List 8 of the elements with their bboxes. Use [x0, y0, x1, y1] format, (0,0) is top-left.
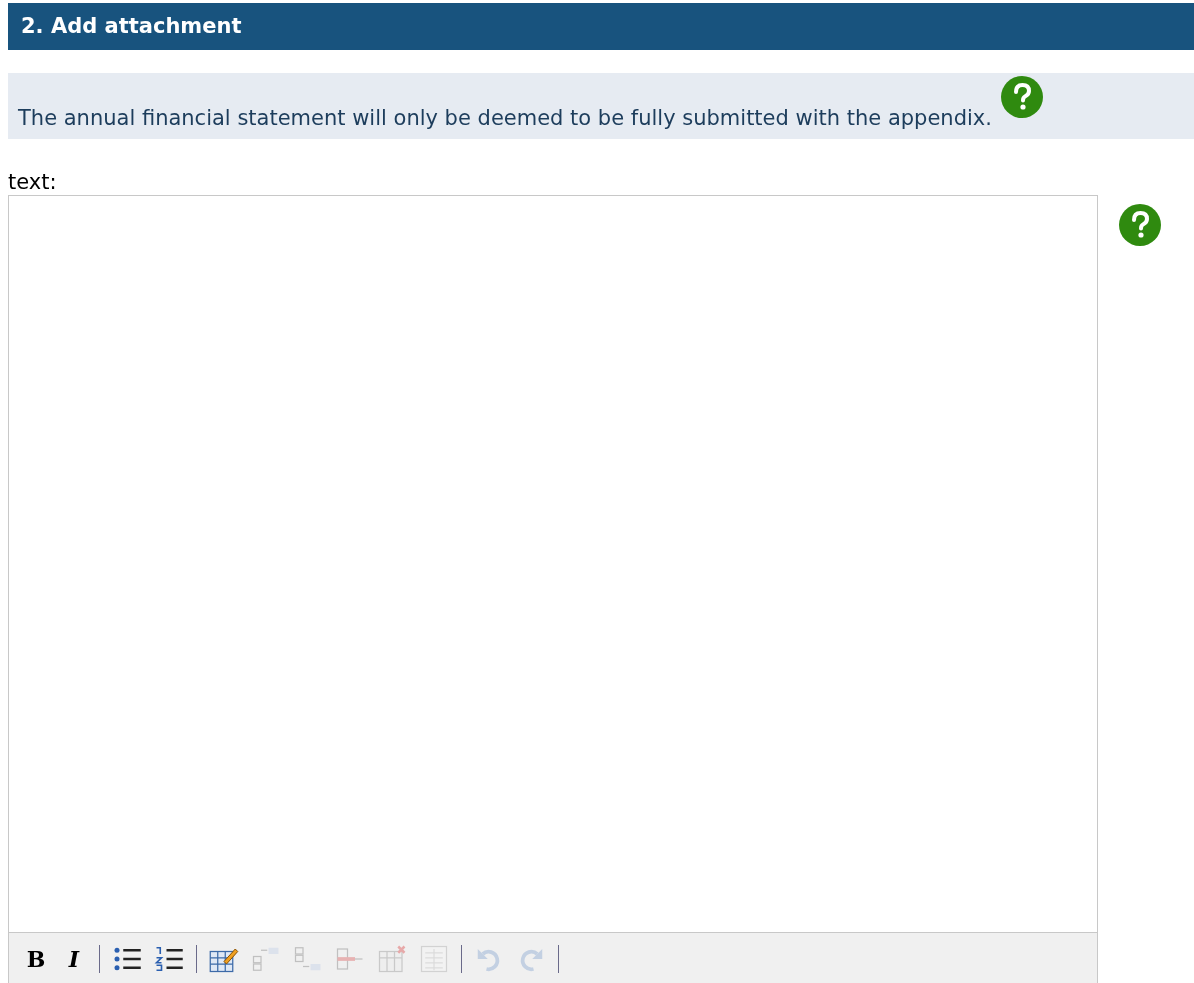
section-title: 2. Add attachment [21, 12, 242, 40]
help-icon[interactable] [1118, 203, 1162, 247]
italic-button[interactable]: I [61, 945, 87, 972]
field-label: text: [8, 169, 57, 195]
notice-text: The annual financial statement will only be deemed to be fully submitted with the appendix. [18, 105, 992, 131]
help-icon[interactable] [999, 75, 1044, 119]
text-editor[interactable]: B I [8, 195, 1098, 983]
bold-button[interactable]: B [23, 945, 49, 972]
